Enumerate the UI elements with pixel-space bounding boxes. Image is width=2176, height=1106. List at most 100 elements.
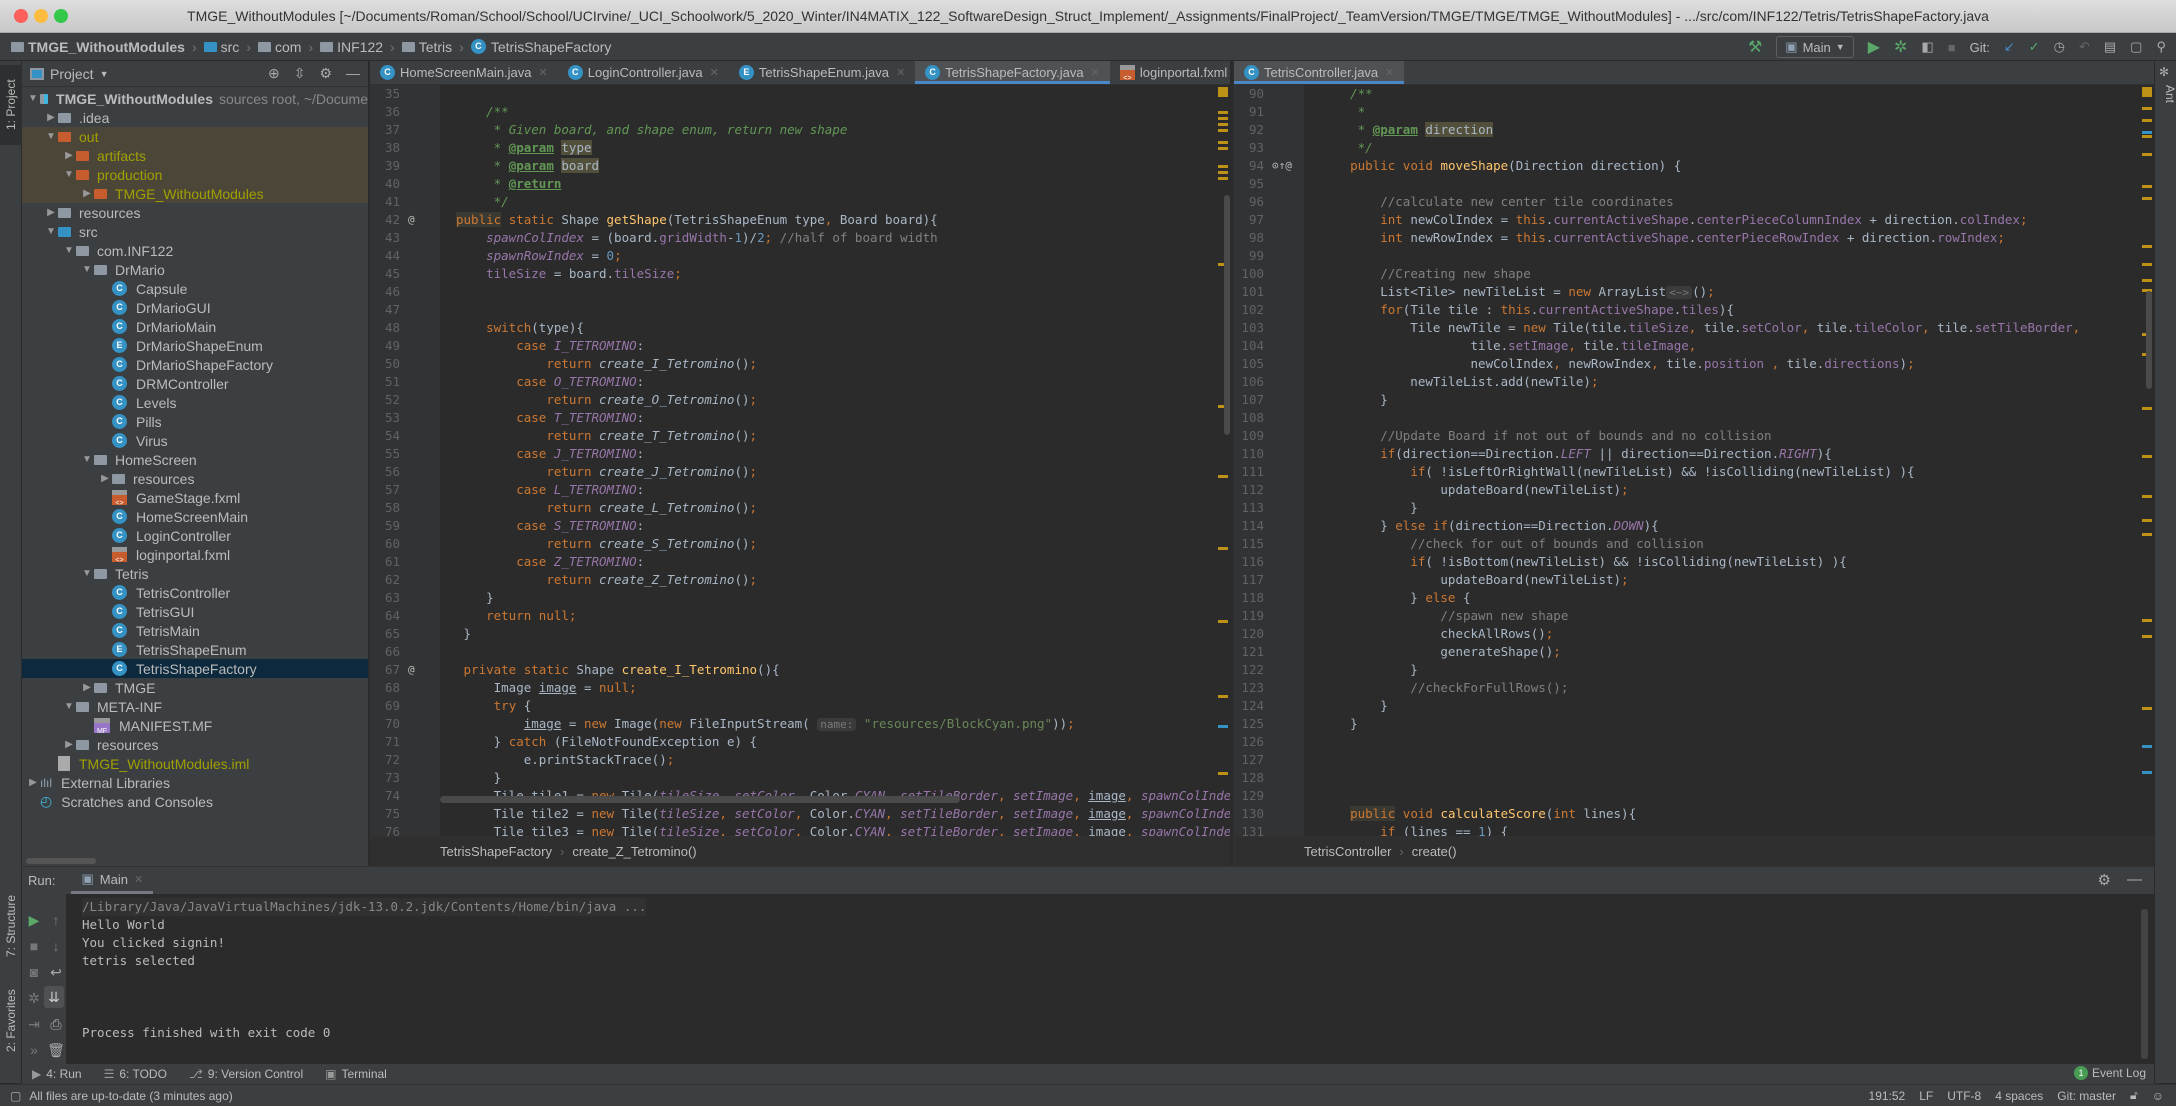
editor-tab[interactable]: C TetrisShapeFactory.java ✕: [915, 61, 1110, 84]
inspector-icon[interactable]: ☺: [2152, 1089, 2164, 1103]
tool-tab-4-run[interactable]: ▶ 4: Run: [32, 1067, 82, 1081]
expand-down-icon[interactable]: ▼: [62, 169, 76, 180]
stop-icon[interactable]: ■: [1948, 40, 1956, 55]
expand-down-icon[interactable]: ▼: [80, 454, 94, 465]
tree-node[interactable]: ▶ .idea: [22, 108, 368, 127]
project-view-select[interactable]: Project: [50, 66, 94, 82]
expand-down-icon[interactable]: ▼: [62, 701, 76, 712]
locate-icon[interactable]: ⊕: [268, 65, 280, 82]
tree-node[interactable]: C Pills: [22, 412, 368, 431]
breadcrumb-item[interactable]: src: [201, 39, 243, 55]
debug-icon[interactable]: ✲: [24, 990, 44, 1007]
run-tab-main[interactable]: ▣ Main ✕: [71, 867, 154, 894]
git-update-icon[interactable]: ↙: [2004, 39, 2015, 55]
rollback-icon[interactable]: ↶: [2079, 39, 2090, 55]
hide-panel-icon[interactable]: —: [2127, 871, 2142, 889]
tree-node[interactable]: E DrMarioShapeEnum: [22, 336, 368, 355]
stop-icon[interactable]: ■: [24, 938, 44, 954]
tool-tab-9-version-control[interactable]: ⎇ 9: Version Control: [189, 1067, 303, 1081]
tree-node[interactable]: MF MANIFEST.MF: [22, 716, 368, 735]
tree-node[interactable]: ▼ out: [22, 127, 368, 146]
tree-node[interactable]: ▶ ılıl External Libraries: [22, 773, 368, 792]
expand-right-icon[interactable]: ▶: [98, 473, 112, 484]
expand-down-icon[interactable]: ▼: [80, 264, 94, 275]
scroll-up-icon[interactable]: ↑: [46, 912, 66, 928]
soft-wrap-icon[interactable]: ↩: [46, 964, 66, 981]
tree-node[interactable]: ▼ com.INF122: [22, 241, 368, 260]
presentation-icon[interactable]: ▢: [2130, 39, 2142, 55]
breadcrumb-item[interactable]: TetrisShapeFactory: [440, 844, 552, 859]
project-structure-icon[interactable]: ▤: [2104, 39, 2116, 55]
breadcrumb-item[interactable]: Tetris: [399, 39, 455, 55]
tree-node[interactable]: ▼ Tetris: [22, 564, 368, 583]
close-tab-icon[interactable]: ✕: [710, 66, 719, 79]
tree-node[interactable]: C Capsule: [22, 279, 368, 298]
implements-marker-icon[interactable]: ⊙↑@: [1272, 157, 1292, 175]
horizontal-scrollbar[interactable]: [440, 796, 960, 803]
line-separator[interactable]: LF: [1919, 1089, 1933, 1103]
tree-node[interactable]: C DRMController: [22, 374, 368, 393]
run-configuration-select[interactable]: ▣ Main ▼: [1776, 36, 1854, 58]
expand-right-icon[interactable]: ▶: [62, 739, 76, 750]
editor-tab[interactable]: <>loginportal.fxml✕: [1110, 61, 1254, 84]
tree-node[interactable]: ▶ artifacts: [22, 146, 368, 165]
lock-icon[interactable]: 🔓︎: [2130, 1088, 2138, 1103]
login-icon[interactable]: ⇥: [24, 1016, 44, 1033]
tree-node[interactable]: ▶ TMGE_WithoutModules: [22, 184, 368, 203]
gear-icon[interactable]: ⚙: [319, 65, 332, 82]
breadcrumb-item[interactable]: create_Z_Tetromino(): [572, 844, 696, 859]
breadcrumb-item[interactable]: create(): [1412, 844, 1457, 859]
editor-tab[interactable]: C HomeScreenMain.java ✕: [370, 61, 558, 84]
project-tool-tab[interactable]: 1: Project: [0, 65, 22, 145]
run-with-coverage-icon[interactable]: ◧: [1921, 39, 1933, 55]
tool-tab-6-todo[interactable]: ☰ 6: TODO: [104, 1067, 167, 1081]
scroll-to-end-icon[interactable]: ⇊: [44, 986, 64, 1008]
tree-node[interactable]: C TetrisController: [22, 583, 368, 602]
editor-tab[interactable]: C TetrisController.java ✕: [1234, 61, 1405, 84]
close-icon[interactable]: ✕: [134, 873, 143, 886]
tree-node[interactable]: C TetrisMain: [22, 621, 368, 640]
camera-icon[interactable]: ◙: [24, 964, 44, 980]
expand-down-icon[interactable]: ▼: [26, 93, 40, 104]
expand-right-icon[interactable]: ▶: [80, 682, 94, 693]
override-marker-icon[interactable]: @: [408, 661, 415, 679]
tree-node[interactable]: ▶ resources: [22, 203, 368, 222]
override-marker-icon[interactable]: @: [408, 211, 415, 229]
expand-right-icon[interactable]: ▶: [26, 777, 40, 788]
caret-position[interactable]: 191:52: [1869, 1089, 1906, 1103]
favorites-tool-tab[interactable]: 2: Favorites: [0, 961, 22, 1081]
expand-right-icon[interactable]: ▶: [80, 188, 94, 199]
close-tab-icon[interactable]: ✕: [896, 66, 905, 79]
tree-node[interactable]: ▼ production: [22, 165, 368, 184]
console-scrollbar[interactable]: [2141, 909, 2148, 1059]
tree-node[interactable]: C Virus: [22, 431, 368, 450]
vertical-scrollbar[interactable]: [2146, 291, 2152, 389]
history-icon[interactable]: ◷: [2054, 39, 2065, 55]
git-branch[interactable]: Git: master: [2057, 1089, 2116, 1103]
print-icon[interactable]: ⎙: [46, 1016, 66, 1033]
debug-icon[interactable]: ✲: [1894, 37, 1907, 57]
hide-panel-icon[interactable]: —: [346, 65, 360, 82]
tree-node[interactable]: <> GameStage.fxml: [22, 488, 368, 507]
tree-node[interactable]: ◴ Scratches and Consoles: [22, 792, 368, 811]
status-panel-icon[interactable]: ▢: [10, 1089, 21, 1103]
project-hscrollbar[interactable]: [26, 858, 96, 864]
tree-node[interactable]: ▼ META-INF: [22, 697, 368, 716]
expand-down-icon[interactable]: ▼: [80, 568, 94, 579]
close-tab-icon[interactable]: ✕: [1091, 66, 1100, 79]
expand-right-icon[interactable]: ▶: [44, 112, 58, 123]
editor-tab[interactable]: C LoginController.java ✕: [558, 61, 729, 84]
tree-node[interactable]: C TetrisGUI: [22, 602, 368, 621]
rerun-icon[interactable]: ▶: [24, 912, 44, 929]
breadcrumb-item[interactable]: com: [255, 39, 304, 55]
collapse-all-icon[interactable]: ⇳: [294, 65, 306, 82]
tree-node[interactable]: C DrMarioMain: [22, 317, 368, 336]
tree-node[interactable]: ▶ resources: [22, 469, 368, 488]
indent-setting[interactable]: 4 spaces: [1995, 1089, 2043, 1103]
close-tab-icon[interactable]: ✕: [1385, 66, 1394, 79]
git-commit-icon[interactable]: ✓: [2029, 39, 2040, 55]
tree-node[interactable]: ▼ TMGE_WithoutModules sources root, ~/Docu…: [22, 89, 368, 108]
trash-icon[interactable]: 🗑: [46, 1042, 66, 1059]
tree-node[interactable]: ▼ DrMario: [22, 260, 368, 279]
expand-down-icon[interactable]: ▼: [44, 131, 58, 142]
